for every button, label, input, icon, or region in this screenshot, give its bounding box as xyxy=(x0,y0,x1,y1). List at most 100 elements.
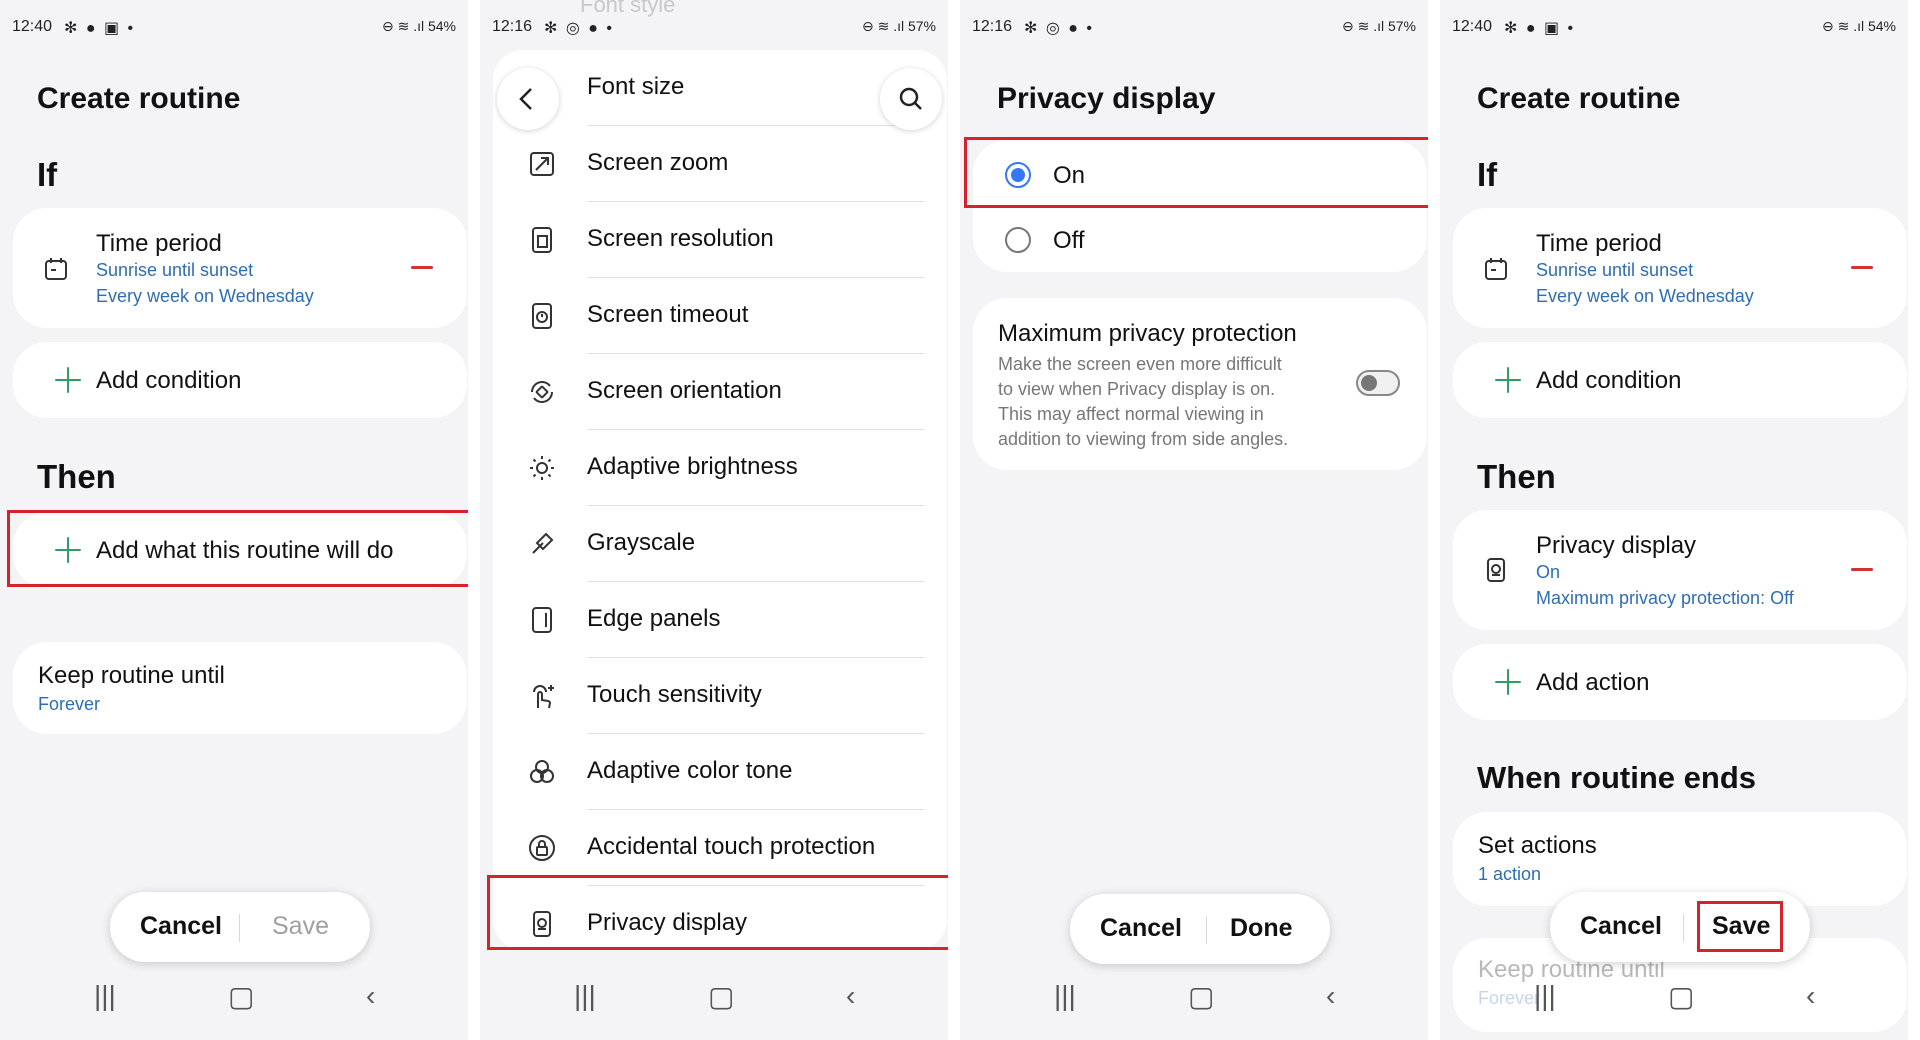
status-bar: 12:16 ✻ ◎ ● • ⊖ ≋ .ıl 57% xyxy=(492,16,936,40)
home-icon[interactable]: ▢ xyxy=(1668,980,1694,1013)
list-item-grayscale[interactable]: Grayscale xyxy=(493,506,947,582)
list-item-label: Adaptive color tone xyxy=(587,757,793,784)
then-heading: Then xyxy=(37,458,116,495)
screen-timeout-icon xyxy=(532,303,552,329)
radio-on[interactable] xyxy=(1005,162,1031,188)
screen-resolution-icon xyxy=(532,227,552,253)
plus-icon xyxy=(1495,367,1521,393)
home-icon[interactable]: ▢ xyxy=(708,980,734,1013)
radio-off[interactable] xyxy=(1005,227,1031,253)
condition-card-time-period[interactable]: Time period Sunrise until sunset Every w… xyxy=(13,208,467,328)
desc-line: addition to viewing from side angles. xyxy=(998,429,1289,449)
back-icon[interactable]: ‹ xyxy=(1806,980,1815,1012)
list-item-adaptive-brightness[interactable]: Adaptive brightness xyxy=(493,430,947,506)
set-actions-value: 1 action xyxy=(1478,864,1542,884)
action-card-privacy-display[interactable]: Privacy display On Maximum privacy prote… xyxy=(1453,510,1907,630)
add-action-button[interactable]: Add action xyxy=(1453,644,1907,720)
add-condition-button[interactable]: Add condition xyxy=(13,342,467,418)
save-button[interactable]: Save xyxy=(272,912,329,941)
condition-detail-1: Sunrise until sunset xyxy=(96,260,254,280)
add-condition-label: Add condition xyxy=(96,367,242,394)
notification-icons: ✻ ● ▣ • xyxy=(1504,20,1576,37)
chevron-left-icon xyxy=(519,88,532,110)
if-heading: If xyxy=(1477,156,1498,193)
list-item-label: Screen orientation xyxy=(587,377,782,404)
list-item-label: Accidental touch protection xyxy=(587,833,876,860)
back-button[interactable] xyxy=(497,68,559,130)
desc-line: This may affect normal viewing in xyxy=(998,404,1264,424)
list-item-screen-timeout[interactable]: Screen timeout xyxy=(493,278,947,354)
back-icon[interactable]: ‹ xyxy=(846,980,855,1012)
recents-icon[interactable]: ||| xyxy=(94,980,116,1012)
maximum-privacy-card[interactable]: Maximum privacy protection Make the scre… xyxy=(973,298,1427,470)
condition-title: Time period xyxy=(96,230,222,257)
edge-panels-icon xyxy=(532,607,552,633)
status-time: 12:40 xyxy=(12,18,53,35)
privacy-display-screen: 12:16 ✻ ◎ ● • ⊖ ≋ .ıl 57% Privacy displa… xyxy=(960,0,1428,1040)
list-item-label: Adaptive brightness xyxy=(587,453,798,480)
list-item-touch-sensitivity[interactable]: Touch sensitivity xyxy=(493,658,947,734)
display-settings-list-screen: 12:16 ✻ ◎ ● • ⊖ ≋ .ıl 57% Font style Fon… xyxy=(480,0,948,1040)
status-time: 12:16 xyxy=(492,18,533,35)
cancel-button[interactable]: Cancel xyxy=(1580,912,1662,941)
status-bar: 12:40 ✻ ● ▣ • ⊖ ≋ .ıl 54% xyxy=(1452,16,1896,40)
list-item-font-size[interactable]: Font size xyxy=(493,50,947,126)
add-action-label: Add action xyxy=(1536,669,1650,696)
home-icon[interactable]: ▢ xyxy=(1188,980,1214,1013)
screen-zoom-icon xyxy=(530,152,554,176)
grayscale-icon xyxy=(532,532,554,554)
save-button[interactable]: Save xyxy=(1712,912,1770,941)
remove-condition-button[interactable] xyxy=(1851,266,1873,269)
recents-icon[interactable]: ||| xyxy=(1054,980,1076,1012)
status-bar: 12:16 ✻ ◎ ● • ⊖ ≋ .ıl 57% xyxy=(972,16,1416,40)
page-title: Privacy display xyxy=(997,82,1216,115)
brightness-icon xyxy=(530,456,554,480)
list-item-adaptive-color-tone[interactable]: Adaptive color tone xyxy=(493,734,947,810)
list-item-screen-zoom[interactable]: Screen zoom xyxy=(493,126,947,202)
option-off[interactable]: Off xyxy=(973,206,1427,272)
list-item-privacy-display[interactable]: Privacy display xyxy=(493,886,947,950)
page-title: Create routine xyxy=(1477,82,1681,115)
max-privacy-toggle[interactable] xyxy=(1356,370,1400,396)
option-off-label: Off xyxy=(1053,227,1085,254)
calendar-icon xyxy=(1485,258,1507,280)
desc-line: to view when Privacy display is on. xyxy=(998,379,1276,399)
remove-condition-button[interactable] xyxy=(411,266,433,269)
condition-card-time-period[interactable]: Time period Sunrise until sunset Every w… xyxy=(1453,208,1907,328)
bottom-action-bar: Cancel Save xyxy=(110,892,370,962)
list-item-edge-panels[interactable]: Edge panels xyxy=(493,582,947,658)
max-privacy-description: Make the screen even more difficult to v… xyxy=(998,352,1288,452)
remove-action-button[interactable] xyxy=(1851,568,1873,571)
when-routine-ends-heading: When routine ends xyxy=(1477,760,1756,795)
done-button[interactable]: Done xyxy=(1230,914,1293,943)
keep-routine-until-card[interactable]: Keep routine until Forever xyxy=(13,642,467,734)
bottom-action-bar: Cancel Save xyxy=(1550,892,1810,962)
cancel-button[interactable]: Cancel xyxy=(1100,914,1182,943)
home-icon[interactable]: ▢ xyxy=(228,980,254,1013)
list-item-accidental-touch-protection[interactable]: Accidental touch protection xyxy=(493,810,947,886)
add-routine-action-button[interactable]: Add what this routine will do xyxy=(13,512,467,588)
navigation-bar: ||| ▢ ‹ xyxy=(960,960,1428,1040)
lock-icon xyxy=(529,835,555,861)
status-time: 12:40 xyxy=(1452,18,1493,35)
notification-icons: ✻ ● ▣ • xyxy=(64,20,136,37)
create-routine-screen-2: 12:40 ✻ ● ▣ • ⊖ ≋ .ıl 54% Create routine… xyxy=(1440,0,1908,1040)
add-condition-button[interactable]: Add condition xyxy=(1453,342,1907,418)
add-condition-label: Add condition xyxy=(1536,367,1682,394)
list-item-screen-resolution[interactable]: Screen resolution xyxy=(493,202,947,278)
if-heading: If xyxy=(37,156,58,193)
option-on[interactable]: On xyxy=(973,140,1427,206)
search-button[interactable] xyxy=(880,68,942,130)
status-right-icons: ⊖ ≋ .ıl 54% xyxy=(381,18,456,34)
list-item-screen-orientation[interactable]: Screen orientation xyxy=(493,354,947,430)
recents-icon[interactable]: ||| xyxy=(1534,980,1556,1012)
cancel-button[interactable]: Cancel xyxy=(140,912,222,941)
back-icon[interactable]: ‹ xyxy=(1326,980,1335,1012)
notification-icons: ✻ ◎ ● • xyxy=(1024,20,1094,37)
list-item-label: Edge panels xyxy=(587,605,721,632)
back-icon[interactable]: ‹ xyxy=(366,980,375,1012)
notification-icons: ✻ ◎ ● • xyxy=(544,20,614,37)
navigation-bar: ||| ▢ ‹ xyxy=(1440,960,1908,1040)
status-bar: 12:40 ✻ ● ▣ • ⊖ ≋ .ıl 54% xyxy=(12,16,456,40)
recents-icon[interactable]: ||| xyxy=(574,980,596,1012)
